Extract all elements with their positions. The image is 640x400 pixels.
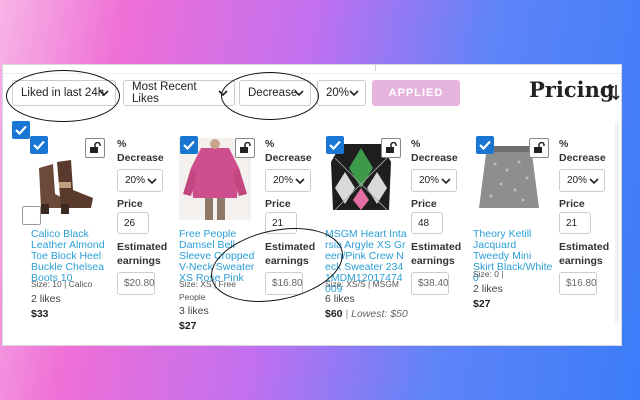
listing-card: Calico Black Leather Almond Toe Block He… bbox=[22, 136, 176, 345]
annotation-oval bbox=[6, 70, 120, 122]
estimated-label: Estimated bbox=[117, 241, 168, 253]
item-size-brand: Size: 0 | bbox=[473, 269, 504, 279]
price-label: Price bbox=[117, 198, 143, 210]
earnings-label: earnings bbox=[411, 255, 455, 267]
earnings-label: earnings bbox=[117, 255, 161, 267]
item-price-row: $60 | Lowest: $50 bbox=[325, 308, 445, 320]
item-size-brand: Size: 10 | Calico bbox=[31, 279, 93, 289]
percent-label: % bbox=[411, 138, 421, 150]
unlock-icon bbox=[386, 142, 397, 153]
unlock-icon bbox=[90, 142, 101, 153]
item-percent-select[interactable]: 20% bbox=[117, 169, 163, 192]
percent-label: % bbox=[117, 138, 127, 150]
check-icon bbox=[329, 140, 341, 150]
new-price-input[interactable]: 48 bbox=[411, 212, 443, 234]
chevron-down-icon bbox=[441, 178, 451, 185]
decrease-label: Decrease bbox=[411, 152, 458, 164]
check-icon bbox=[33, 140, 45, 150]
price-label: Price bbox=[559, 198, 585, 210]
lock-toggle[interactable] bbox=[529, 138, 549, 158]
select-all-checkbox[interactable] bbox=[12, 121, 30, 139]
listing-card: MSGM Heart Intarsia Argyle XS Green/Pink… bbox=[325, 136, 470, 345]
item-price: $33 bbox=[31, 308, 49, 320]
percent-value: 20% bbox=[326, 87, 350, 99]
percent-select[interactable]: 20% bbox=[317, 80, 366, 106]
estimated-earnings-field: $20.80 bbox=[117, 272, 155, 295]
item-percent-value: 20% bbox=[419, 175, 440, 186]
lock-toggle[interactable] bbox=[85, 138, 105, 158]
applied-button[interactable]: APPLIED bbox=[372, 80, 460, 106]
sort-select[interactable]: Most Recent Likes bbox=[123, 80, 235, 106]
price-separator: | bbox=[345, 308, 349, 320]
unlock-icon bbox=[534, 142, 545, 153]
new-price-input[interactable]: 26 bbox=[117, 212, 149, 234]
item-likes: 3 likes bbox=[179, 305, 209, 317]
sort-arrows-icon[interactable] bbox=[606, 83, 620, 101]
panel-top-bar bbox=[3, 65, 621, 74]
earnings-label: earnings bbox=[559, 255, 603, 267]
price-label: Price bbox=[265, 198, 291, 210]
divider bbox=[375, 65, 376, 71]
estimated-earnings-field: $38.40 bbox=[411, 272, 449, 295]
percent-label: % bbox=[265, 138, 275, 150]
decrease-label: Decrease bbox=[559, 152, 606, 164]
item-price: $60 bbox=[325, 308, 343, 320]
pricing-logo: Pricing bbox=[529, 77, 615, 102]
listing-card: Theory Ketill Jacquard Tweedy Mini Skirt… bbox=[473, 136, 618, 345]
item-likes: 6 likes bbox=[325, 293, 355, 305]
new-price-input[interactable]: 21 bbox=[559, 212, 591, 234]
check-icon bbox=[479, 140, 491, 150]
chevron-down-icon bbox=[147, 178, 157, 185]
item-checkbox[interactable] bbox=[30, 136, 48, 154]
item-price: $27 bbox=[179, 320, 197, 332]
estimated-label: Estimated bbox=[411, 241, 462, 253]
item-title[interactable]: Calico Black Leather Almond Toe Block He… bbox=[31, 229, 111, 284]
check-icon bbox=[15, 125, 27, 135]
item-percent-value: 20% bbox=[125, 175, 146, 186]
unlock-icon bbox=[240, 142, 251, 153]
chevron-down-icon bbox=[349, 90, 359, 97]
percent-label: % bbox=[559, 138, 569, 150]
item-checkbox[interactable] bbox=[180, 136, 198, 154]
item-percent-select[interactable]: 20% bbox=[265, 169, 311, 192]
secondary-checkbox[interactable] bbox=[22, 206, 41, 225]
item-percent-value: 20% bbox=[567, 175, 588, 186]
item-likes: 2 likes bbox=[473, 283, 503, 295]
item-percent-select[interactable]: 20% bbox=[559, 169, 605, 192]
item-checkbox[interactable] bbox=[476, 136, 494, 154]
lowest-price: Lowest: $50 bbox=[351, 308, 408, 320]
item-price: $27 bbox=[473, 298, 491, 310]
item-percent-select[interactable]: 20% bbox=[411, 169, 457, 192]
decrease-label: Decrease bbox=[117, 152, 164, 164]
item-brand-cont: People bbox=[179, 292, 206, 302]
estimated-earnings-field: $16.80 bbox=[559, 272, 597, 295]
lock-toggle[interactable] bbox=[235, 138, 255, 158]
lock-toggle[interactable] bbox=[381, 138, 401, 158]
price-label: Price bbox=[411, 198, 437, 210]
estimated-label: Estimated bbox=[559, 241, 610, 253]
scrollbar[interactable] bbox=[615, 123, 619, 323]
check-icon bbox=[183, 140, 195, 150]
chevron-down-icon bbox=[295, 178, 305, 185]
item-checkbox[interactable] bbox=[326, 136, 344, 154]
decrease-label: Decrease bbox=[265, 152, 312, 164]
chevron-down-icon bbox=[589, 178, 599, 185]
item-percent-value: 20% bbox=[273, 175, 294, 186]
sort-value: Most Recent Likes bbox=[132, 81, 197, 105]
item-size-brand: Size: XS/S | MSGM bbox=[325, 279, 400, 289]
annotation-oval bbox=[221, 72, 319, 120]
item-likes: 2 likes bbox=[31, 293, 61, 305]
